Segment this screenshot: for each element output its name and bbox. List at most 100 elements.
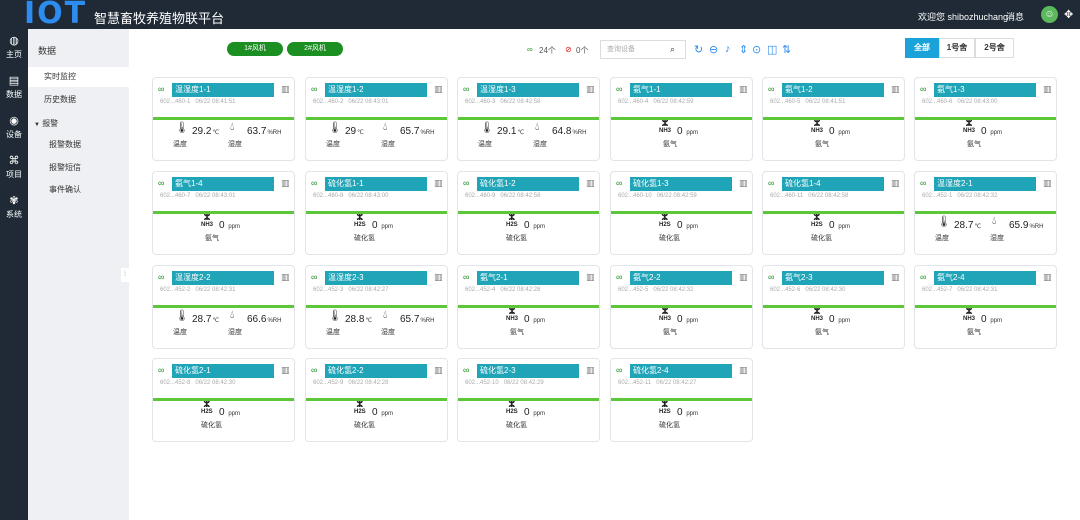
chart-icon[interactable]: ▥ [434,365,443,376]
device-card[interactable]: ∞ 温湿度1-1 ▥ 602...460-1 06/22 08:41:51 🌡︎ 29.2… [152,77,295,161]
chart-icon[interactable]: ▥ [739,272,748,283]
collapse-handle[interactable]: ⁞ [121,268,129,282]
tab-house-2[interactable]: 2号舍 [975,38,1014,58]
device-card[interactable]: ∞ 氨气1-4 ▥ 602...460-7 06/22 08:43:01 ⵣ NH3 0 p… [152,171,295,255]
temp-number: 29.2 [192,126,212,137]
chart-icon[interactable]: ▥ [891,178,900,189]
minus-circle-icon[interactable]: ⊖ [709,43,718,56]
chart-icon[interactable]: ▥ [1043,272,1052,283]
refresh-icon[interactable]: ↻ [694,43,703,56]
device-card[interactable]: ∞ 氨气2-4 ▥ 602...452-7 06/22 08:42:31 ⵣ NH3 0 p… [914,265,1057,349]
hum-label: 湿度 [381,329,395,336]
chart-icon[interactable]: ▥ [586,178,595,189]
gas-value: 0 ppm [677,126,698,137]
menu-item-realtime[interactable]: 实时监控 [28,67,129,87]
device-card[interactable]: ∞ 硫化氢2-4 ▥ 602...452-11 06/22 08:42:27 ⵣ H2S 0… [610,358,753,442]
chart-icon[interactable]: ▥ [586,272,595,283]
link-icon: ∞ [311,84,318,94]
device-card[interactable]: ∞ 硫化氢1-3 ▥ 602...460-10 06/22 08:42:59 ⵣ H2S 0… [610,171,753,255]
menu-item-history[interactable]: 历史数据 [28,90,129,110]
chart-icon[interactable]: ▥ [1043,84,1052,95]
gas-symbol: H2S [354,222,366,228]
gas-unit: ppm [990,130,1003,136]
chart-icon[interactable]: ▥ [281,84,290,95]
chart-icon[interactable]: ▥ [586,365,595,376]
user-icon[interactable]: ☺ [1041,6,1058,23]
menu-item-alarm-sms[interactable]: 报警短信 [28,158,129,178]
status-bar [153,117,294,120]
gas-unit: ppm [381,411,394,417]
nav-project[interactable]: ⌘ 项目 [0,155,28,180]
chart-icon[interactable]: ▥ [586,84,595,95]
link-icon: ∞ [768,272,775,282]
sort-order-icon[interactable]: ⇅ [782,43,791,56]
nh3-icon: ⵣ NH3 [963,307,976,323]
link-icon: ∞ [158,84,165,94]
device-card[interactable]: ∞ 温湿度1-3 ▥ 602...460-3 06/22 08:42:58 🌡︎ 29.1… [457,77,600,161]
device-card[interactable]: ∞ 硫化氢2-3 ▥ 602...452-10 06/22 08:42:29 ⵣ H2S 0… [457,358,600,442]
chart-icon[interactable]: ▥ [434,84,443,95]
device-card[interactable]: ∞ 氨气2-3 ▥ 602...452-6 06/22 08:42:30 ⵣ NH3 0 p… [762,265,905,349]
gas-symbol: NH3 [659,316,672,322]
device-card[interactable]: ∞ 氨气1-1 ▥ 602...460-4 06/22 08:42:59 ⵣ NH3 0 p… [610,77,753,161]
dashboard-icon[interactable]: ⊙ [752,43,761,56]
hum-unit: %RH [420,130,435,136]
device-card[interactable]: ∞ 温湿度2-3 ▥ 602...452-3 06/22 08:42:27 🌡︎ 28.8… [305,265,448,349]
device-card[interactable]: ∞ 硫化氢1-1 ▥ 602...460-8 06/22 08:43:00 ⵣ H2S 0 … [305,171,448,255]
chart-icon[interactable]: ▥ [281,272,290,283]
device-name: 氨气2-2 [630,271,732,285]
device-card[interactable]: ∞ 温湿度2-2 ▥ 602...452-2 06/22 08:42:31 🌡︎ 28.7… [152,265,295,349]
gas-label: 硫化氢 [354,235,375,242]
device-card[interactable]: ∞ 氨气2-1 ▥ 602...452-4 06/22 08:42:28 ⵣ NH3 0 p… [457,265,600,349]
messages-link[interactable]: 消息 [1006,10,1024,23]
menu-item-alarm-data[interactable]: 报警数据 [28,135,129,155]
gas-number: 0 [524,220,530,231]
gas-unit: ppm [686,224,699,230]
fan-2-button[interactable]: 2#风机 [287,42,343,56]
chart-icon[interactable]: ▥ [739,84,748,95]
h2s-icon: ⵣ H2S [506,400,518,416]
chart-icon[interactable]: ▥ [434,272,443,283]
columns-icon[interactable]: ◫ [767,43,777,56]
device-time: 06/22 08:41:51 [195,99,236,105]
menu-group-alarm[interactable]: ▼ 报警 [28,114,129,134]
fullscreen-icon[interactable]: ✥ [1064,8,1073,21]
nav-home[interactable]: ◍ 主页 [0,35,28,60]
bell-icon[interactable]: ♪ [725,43,731,55]
chart-icon[interactable]: ▥ [739,365,748,376]
gas-symbol: NH3 [963,128,976,134]
chart-icon[interactable]: ▥ [891,272,900,283]
device-card[interactable]: ∞ 硫化氢2-2 ▥ 602...452-9 06/22 08:42:28 ⵣ H2S 0 … [305,358,448,442]
device-card[interactable]: ∞ 氨气2-2 ▥ 602...452-5 06/22 08:42:32 ⵣ NH3 0 p… [610,265,753,349]
device-card[interactable]: ∞ 硫化氢1-4 ▥ 602...460-11 06/22 08:42:58 ⵣ H2S 0… [762,171,905,255]
device-card[interactable]: ∞ 温湿度1-2 ▥ 602...460-2 06/22 08:43:01 🌡︎ 29℃ 温… [305,77,448,161]
nav-system[interactable]: ✾ 系统 [0,195,28,220]
device-id: 602...460-6 [922,99,953,105]
hum-number: 65.7 [400,314,420,325]
hum-label: 湿度 [990,235,1004,242]
chart-icon[interactable]: ▥ [1043,178,1052,189]
sort-icon[interactable]: ⇕ [739,43,748,56]
menu-item-event-confirm[interactable]: 事件确认 [28,180,129,200]
device-card[interactable]: ∞ 氨气1-2 ▥ 602...460-5 06/22 08:41:51 ⵣ NH3 0 p… [762,77,905,161]
chart-icon[interactable]: ▥ [281,178,290,189]
device-card[interactable]: ∞ 硫化氢1-2 ▥ 602...460-9 06/22 08:42:58 ⵣ H2S 0 … [457,171,600,255]
chart-icon[interactable]: ▥ [891,84,900,95]
chart-icon[interactable]: ▥ [739,178,748,189]
filter-bar: 1#风机 2#风机 ∞ 24个 ⊘ 0个 查询设备 ⌕ ↻ ⊖ ♪ ⇕ ⊙ ◫ … [145,34,1065,68]
gas-value: 0 ppm [829,220,850,231]
tab-house-1[interactable]: 1号舍 [939,38,975,58]
logo: IOT [24,0,88,31]
chart-icon[interactable]: ▥ [434,178,443,189]
nav-device[interactable]: ◉ 设备 [0,115,28,140]
device-card[interactable]: ∞ 氨气1-3 ▥ 602...460-6 06/22 08:43:00 ⵣ NH3 0 p… [914,77,1057,161]
search-icon[interactable]: ⌕ [670,44,675,55]
tab-all[interactable]: 全部 [905,38,939,58]
device-card[interactable]: ∞ 温湿度2-1 ▥ 602...452-1 06/22 08:42:32 🌡︎ 28.7… [914,171,1057,255]
chart-icon[interactable]: ▥ [281,365,290,376]
device-name: 温湿度1-2 [325,83,427,97]
temp-value: 28.7℃ [954,220,981,231]
nav-data[interactable]: ▤ 数据 [0,75,28,100]
device-card[interactable]: ∞ 硫化氢2-1 ▥ 602...452-8 06/22 08:42:30 ⵣ H2S 0 … [152,358,295,442]
fan-1-button[interactable]: 1#风机 [227,42,283,56]
